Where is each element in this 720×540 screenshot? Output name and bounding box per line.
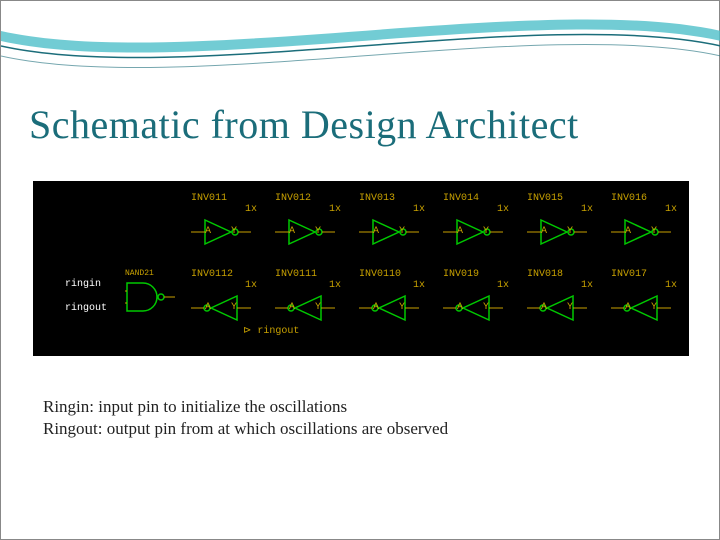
- slide-title: Schematic from Design Architect: [29, 101, 579, 148]
- inverter-inv017: INV0171x A Y: [611, 269, 691, 339]
- slide: Schematic from Design Architect ringin r…: [0, 0, 720, 540]
- inverter-label: INV017: [611, 269, 691, 280]
- pin-a: A: [289, 302, 295, 313]
- inverter-multiplier: 1x: [443, 280, 523, 291]
- pin-y: Y: [231, 302, 237, 313]
- inverter-multiplier: 1x: [443, 204, 523, 215]
- inverter-row-bottom: INV01121xAYINV01111xAYINV01101xAYINV0191…: [33, 269, 689, 349]
- pin-y: Y: [483, 302, 489, 313]
- inverter-inv0111: INV01111x A Y: [275, 269, 355, 339]
- inverter-label: INV016: [611, 193, 691, 204]
- inverter-icon: [611, 216, 671, 248]
- pin-a: A: [457, 302, 463, 313]
- inverter-icon: [527, 292, 587, 324]
- inverter-row-top: INV0111xAYINV0121xAYINV0131xAYINV0141xAY…: [33, 193, 689, 273]
- pin-y: Y: [231, 226, 237, 237]
- inverter-label: INV0112: [191, 269, 271, 280]
- inverter-inv0110: INV01101x A Y: [359, 269, 439, 339]
- header-swoosh: [1, 1, 720, 91]
- pin-a: A: [373, 302, 379, 313]
- inverter-label: INV0111: [275, 269, 355, 280]
- inverter-icon: [527, 216, 587, 248]
- pin-y: Y: [399, 226, 405, 237]
- caption-line-1: Ringin: input pin to initialize the osci…: [43, 396, 448, 418]
- caption-line-2: Ringout: output pin from at which oscill…: [43, 418, 448, 440]
- inverter-label: INV015: [527, 193, 607, 204]
- pin-y: Y: [651, 302, 657, 313]
- pin-a: A: [625, 226, 631, 237]
- pin-a: A: [541, 302, 547, 313]
- inverter-multiplier: 1x: [359, 280, 439, 291]
- inverter-inv019: INV0191x A Y: [443, 269, 523, 339]
- inverter-multiplier: 1x: [527, 280, 607, 291]
- inverter-icon: [611, 292, 671, 324]
- pin-a: A: [205, 302, 211, 313]
- inverter-icon: [443, 292, 503, 324]
- inverter-multiplier: 1x: [191, 280, 271, 291]
- inverter-inv0112: INV01121x A Y: [191, 269, 271, 339]
- inverter-multiplier: 1x: [527, 204, 607, 215]
- inverter-label: INV014: [443, 193, 523, 204]
- inverter-multiplier: 1x: [275, 280, 355, 291]
- inverter-multiplier: 1x: [611, 204, 691, 215]
- inverter-icon: [443, 216, 503, 248]
- pin-y: Y: [315, 302, 321, 313]
- inverter-inv013: INV0131x A Y: [359, 193, 439, 263]
- inverter-label: INV011: [191, 193, 271, 204]
- pin-y: Y: [651, 226, 657, 237]
- pin-y: Y: [315, 226, 321, 237]
- inverter-multiplier: 1x: [359, 204, 439, 215]
- inverter-label: INV018: [527, 269, 607, 280]
- inverter-icon: [191, 216, 251, 248]
- inverter-multiplier: 1x: [191, 204, 271, 215]
- pin-a: A: [625, 302, 631, 313]
- inverter-multiplier: 1x: [611, 280, 691, 291]
- schematic-panel: ringin ringout NAND21 ⊳ ringout INV0111x…: [33, 181, 689, 356]
- pin-y: Y: [567, 226, 573, 237]
- pin-a: A: [289, 226, 295, 237]
- inverter-inv018: INV0181x A Y: [527, 269, 607, 339]
- pin-a: A: [541, 226, 547, 237]
- inverter-icon: [275, 216, 335, 248]
- inverter-multiplier: 1x: [275, 204, 355, 215]
- inverter-label: INV0110: [359, 269, 439, 280]
- inverter-inv014: INV0141x A Y: [443, 193, 523, 263]
- inverter-label: INV012: [275, 193, 355, 204]
- inverter-inv016: INV0161x A Y: [611, 193, 691, 263]
- inverter-icon: [359, 292, 419, 324]
- caption-block: Ringin: input pin to initialize the osci…: [43, 396, 448, 440]
- inverter-inv015: INV0151x A Y: [527, 193, 607, 263]
- inverter-icon: [191, 292, 251, 324]
- inverter-label: INV013: [359, 193, 439, 204]
- pin-a: A: [457, 226, 463, 237]
- pin-y: Y: [567, 302, 573, 313]
- pin-y: Y: [483, 226, 489, 237]
- inverter-inv012: INV0121x A Y: [275, 193, 355, 263]
- inverter-icon: [359, 216, 419, 248]
- pin-a: A: [205, 226, 211, 237]
- pin-a: A: [373, 226, 379, 237]
- inverter-icon: [275, 292, 335, 324]
- pin-y: Y: [399, 302, 405, 313]
- inverter-label: INV019: [443, 269, 523, 280]
- inverter-inv011: INV0111x A Y: [191, 193, 271, 263]
